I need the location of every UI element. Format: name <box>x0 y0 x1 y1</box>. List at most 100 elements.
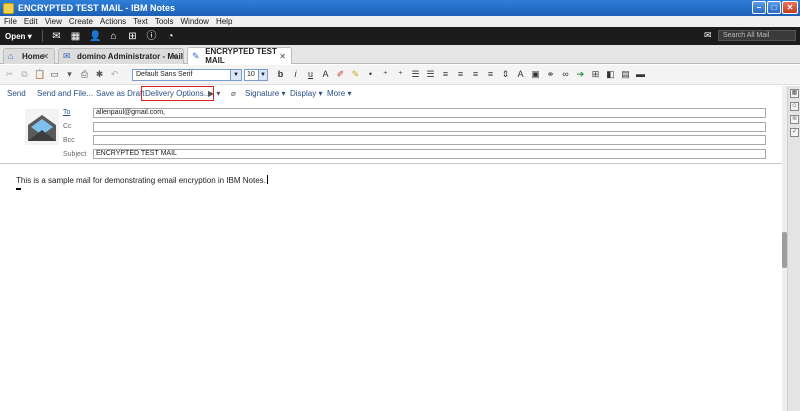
highlight-icon[interactable]: ✎ <box>350 69 361 80</box>
more-button[interactable]: More ▾ <box>327 89 351 98</box>
hotspot-icon[interactable]: ∞ <box>560 69 571 80</box>
text-properties-icon[interactable]: A <box>515 69 526 80</box>
close-tab-icon[interactable]: ✕ <box>279 52 286 61</box>
justify-icon[interactable]: ≡ <box>485 69 496 80</box>
close-tab-icon[interactable]: ✕ <box>42 52 49 61</box>
align-left-icon[interactable]: ≡ <box>440 69 451 80</box>
font-family-select[interactable]: Default Sans Serif ▼ <box>132 69 242 81</box>
main-toolbar: Open ▾ ✉ ▦ 👤 ⌂ ⊞ ⓘ ◔ ✉ Search All Mail <box>0 27 800 45</box>
save-as-draft-button[interactable]: Save as Draft <box>96 89 144 98</box>
numbering-icon[interactable]: ⁺ <box>395 69 406 80</box>
cut-icon[interactable]: ✂ <box>4 69 15 80</box>
insert-table-icon[interactable]: ⊞ <box>590 69 601 80</box>
font-size-value: 10 <box>247 71 255 78</box>
body-text-line: This is a sample mail for demonstrating … <box>16 175 268 185</box>
attach-icon[interactable]: ⌀ <box>231 89 236 98</box>
subject-field[interactable]: ENCRYPTED TEST MAIL <box>93 149 766 159</box>
horizontal-rule-icon[interactable]: ▬ <box>635 69 646 80</box>
paste-icon[interactable]: 📋 <box>34 69 45 80</box>
calendar-icon[interactable]: ▦ <box>70 31 81 42</box>
align-right-icon[interactable]: ≡ <box>470 69 481 80</box>
mail-icon: ✉ <box>63 51 71 61</box>
align-center-icon[interactable]: ≡ <box>455 69 466 80</box>
menu-window[interactable]: Window <box>181 17 209 26</box>
chevron-down-icon: ▾ <box>27 31 32 41</box>
delivery-options-button[interactable]: Delivery Options... <box>141 86 215 101</box>
to-field[interactable]: allenpaul@gmail.com, <box>93 108 766 118</box>
menu-tools[interactable]: Tools <box>155 17 174 26</box>
menu-create[interactable]: Create <box>69 17 93 26</box>
undo-icon[interactable]: ↶ <box>109 69 120 80</box>
superscript-icon[interactable]: • <box>365 69 376 80</box>
italic-icon[interactable]: i <box>290 69 301 80</box>
cc-field[interactable] <box>93 122 766 132</box>
bcc-label: Bcc <box>63 137 75 144</box>
menu-help[interactable]: Help <box>216 17 232 26</box>
search-input[interactable]: Search All Mail <box>718 30 796 41</box>
attach-icon[interactable]: ▭ <box>49 69 60 80</box>
sidebar-feeds-icon[interactable]: ≋ <box>790 115 799 124</box>
menu-file[interactable]: File <box>4 17 17 26</box>
text-caret <box>266 175 268 184</box>
insert-link-icon[interactable]: ⚭ <box>545 69 556 80</box>
mail-body-editor[interactable]: This is a sample mail for demonstrating … <box>0 164 782 411</box>
home-icon[interactable]: ⌂ <box>108 31 119 42</box>
info-icon[interactable]: ⓘ <box>146 31 157 42</box>
maximize-button[interactable]: □ <box>767 1 781 14</box>
tab-label: domino Administrator - Mail <box>77 52 183 61</box>
home-icon: ⌂ <box>8 51 14 61</box>
to-label[interactable]: To <box>63 109 70 116</box>
copy-icon[interactable]: ⧉ <box>19 69 30 80</box>
contacts-icon[interactable]: 👤 <box>89 31 101 42</box>
follow-up-flag-icon[interactable]: ▶ ▾ <box>208 89 220 98</box>
insert-icon[interactable]: ▾ <box>64 69 75 80</box>
close-window-button[interactable]: ✕ <box>782 1 798 14</box>
ibm-notes-app-icon <box>3 2 14 14</box>
outdent-icon[interactable]: ☰ <box>410 69 421 80</box>
sidebar-activities-icon[interactable]: ✓ <box>790 128 799 137</box>
print-icon[interactable]: ⎙ <box>79 69 90 80</box>
indent-icon[interactable]: ☰ <box>425 69 436 80</box>
bullets-icon[interactable]: ⁺ <box>380 69 391 80</box>
tab-home[interactable]: ⌂ Home ✕ <box>3 48 55 64</box>
formatting-toolbar: ✂ ⧉ 📋 ▭ ▾ ⎙ ✱ ↶ Default Sans Serif ▼ 10 … <box>0 65 800 85</box>
insert-image-icon[interactable]: ▣ <box>530 69 541 80</box>
send-button[interactable]: Send <box>7 89 26 98</box>
mail-icon[interactable]: ✉ <box>51 31 62 42</box>
tab-encrypted-test-mail[interactable]: ✎ ENCRYPTED TEST MAIL ✕ <box>187 47 292 65</box>
minimize-button[interactable]: – <box>752 1 766 14</box>
bcc-field[interactable] <box>93 135 766 145</box>
section-icon[interactable]: ◧ <box>605 69 616 80</box>
compose-action-bar: Send Send and File... Save as Draft Deli… <box>0 86 800 102</box>
paragraph-spacing-icon[interactable]: ⇕ <box>500 69 511 80</box>
window-title: ENCRYPTED TEST MAIL - IBM Notes <box>18 3 176 13</box>
search-scope-mail-icon[interactable]: ✉ <box>704 30 714 40</box>
display-button[interactable]: Display ▾ <box>290 89 322 98</box>
permanent-pen-icon[interactable]: ▤ <box>620 69 631 80</box>
window-controls: – □ ✕ <box>752 1 798 14</box>
arrow-right-icon[interactable]: ➔ <box>575 69 586 80</box>
menu-text[interactable]: Text <box>133 17 148 26</box>
close-tab-icon[interactable]: ✕ <box>171 52 178 61</box>
underline-icon[interactable]: u <box>305 69 316 80</box>
signature-button[interactable]: Signature ▾ <box>245 89 286 98</box>
send-and-file-button[interactable]: Send and File... <box>37 89 93 98</box>
sidebar-panel: ▦ ☺ ≋ ✓ <box>787 86 800 411</box>
spell-check-icon[interactable]: ✱ <box>94 69 105 80</box>
menu-actions[interactable]: Actions <box>100 17 126 26</box>
open-button[interactable]: Open ▾ <box>5 32 37 41</box>
more-label: More <box>327 89 346 98</box>
text-color-icon[interactable]: ✐ <box>335 69 346 80</box>
strikethrough-icon[interactable]: A <box>320 69 331 80</box>
bold-icon[interactable]: b <box>275 69 286 80</box>
menu-bar: File Edit View Create Actions Text Tools… <box>0 16 800 27</box>
tab-mail[interactable]: ✉ domino Administrator - Mail ✕ <box>58 48 184 64</box>
sidebar-calendar-icon[interactable]: ▦ <box>790 89 799 98</box>
font-size-select[interactable]: 10 ▼ <box>244 69 268 81</box>
applications-icon[interactable]: ⊞ <box>127 31 138 42</box>
tab-bar: ⌂ Home ✕ ✉ domino Administrator - Mail ✕… <box>0 45 800 65</box>
menu-view[interactable]: View <box>45 17 62 26</box>
menu-edit[interactable]: Edit <box>24 17 38 26</box>
sidebar-contacts-icon[interactable]: ☺ <box>790 102 799 111</box>
sametime-icon[interactable]: ◔ <box>165 31 176 42</box>
